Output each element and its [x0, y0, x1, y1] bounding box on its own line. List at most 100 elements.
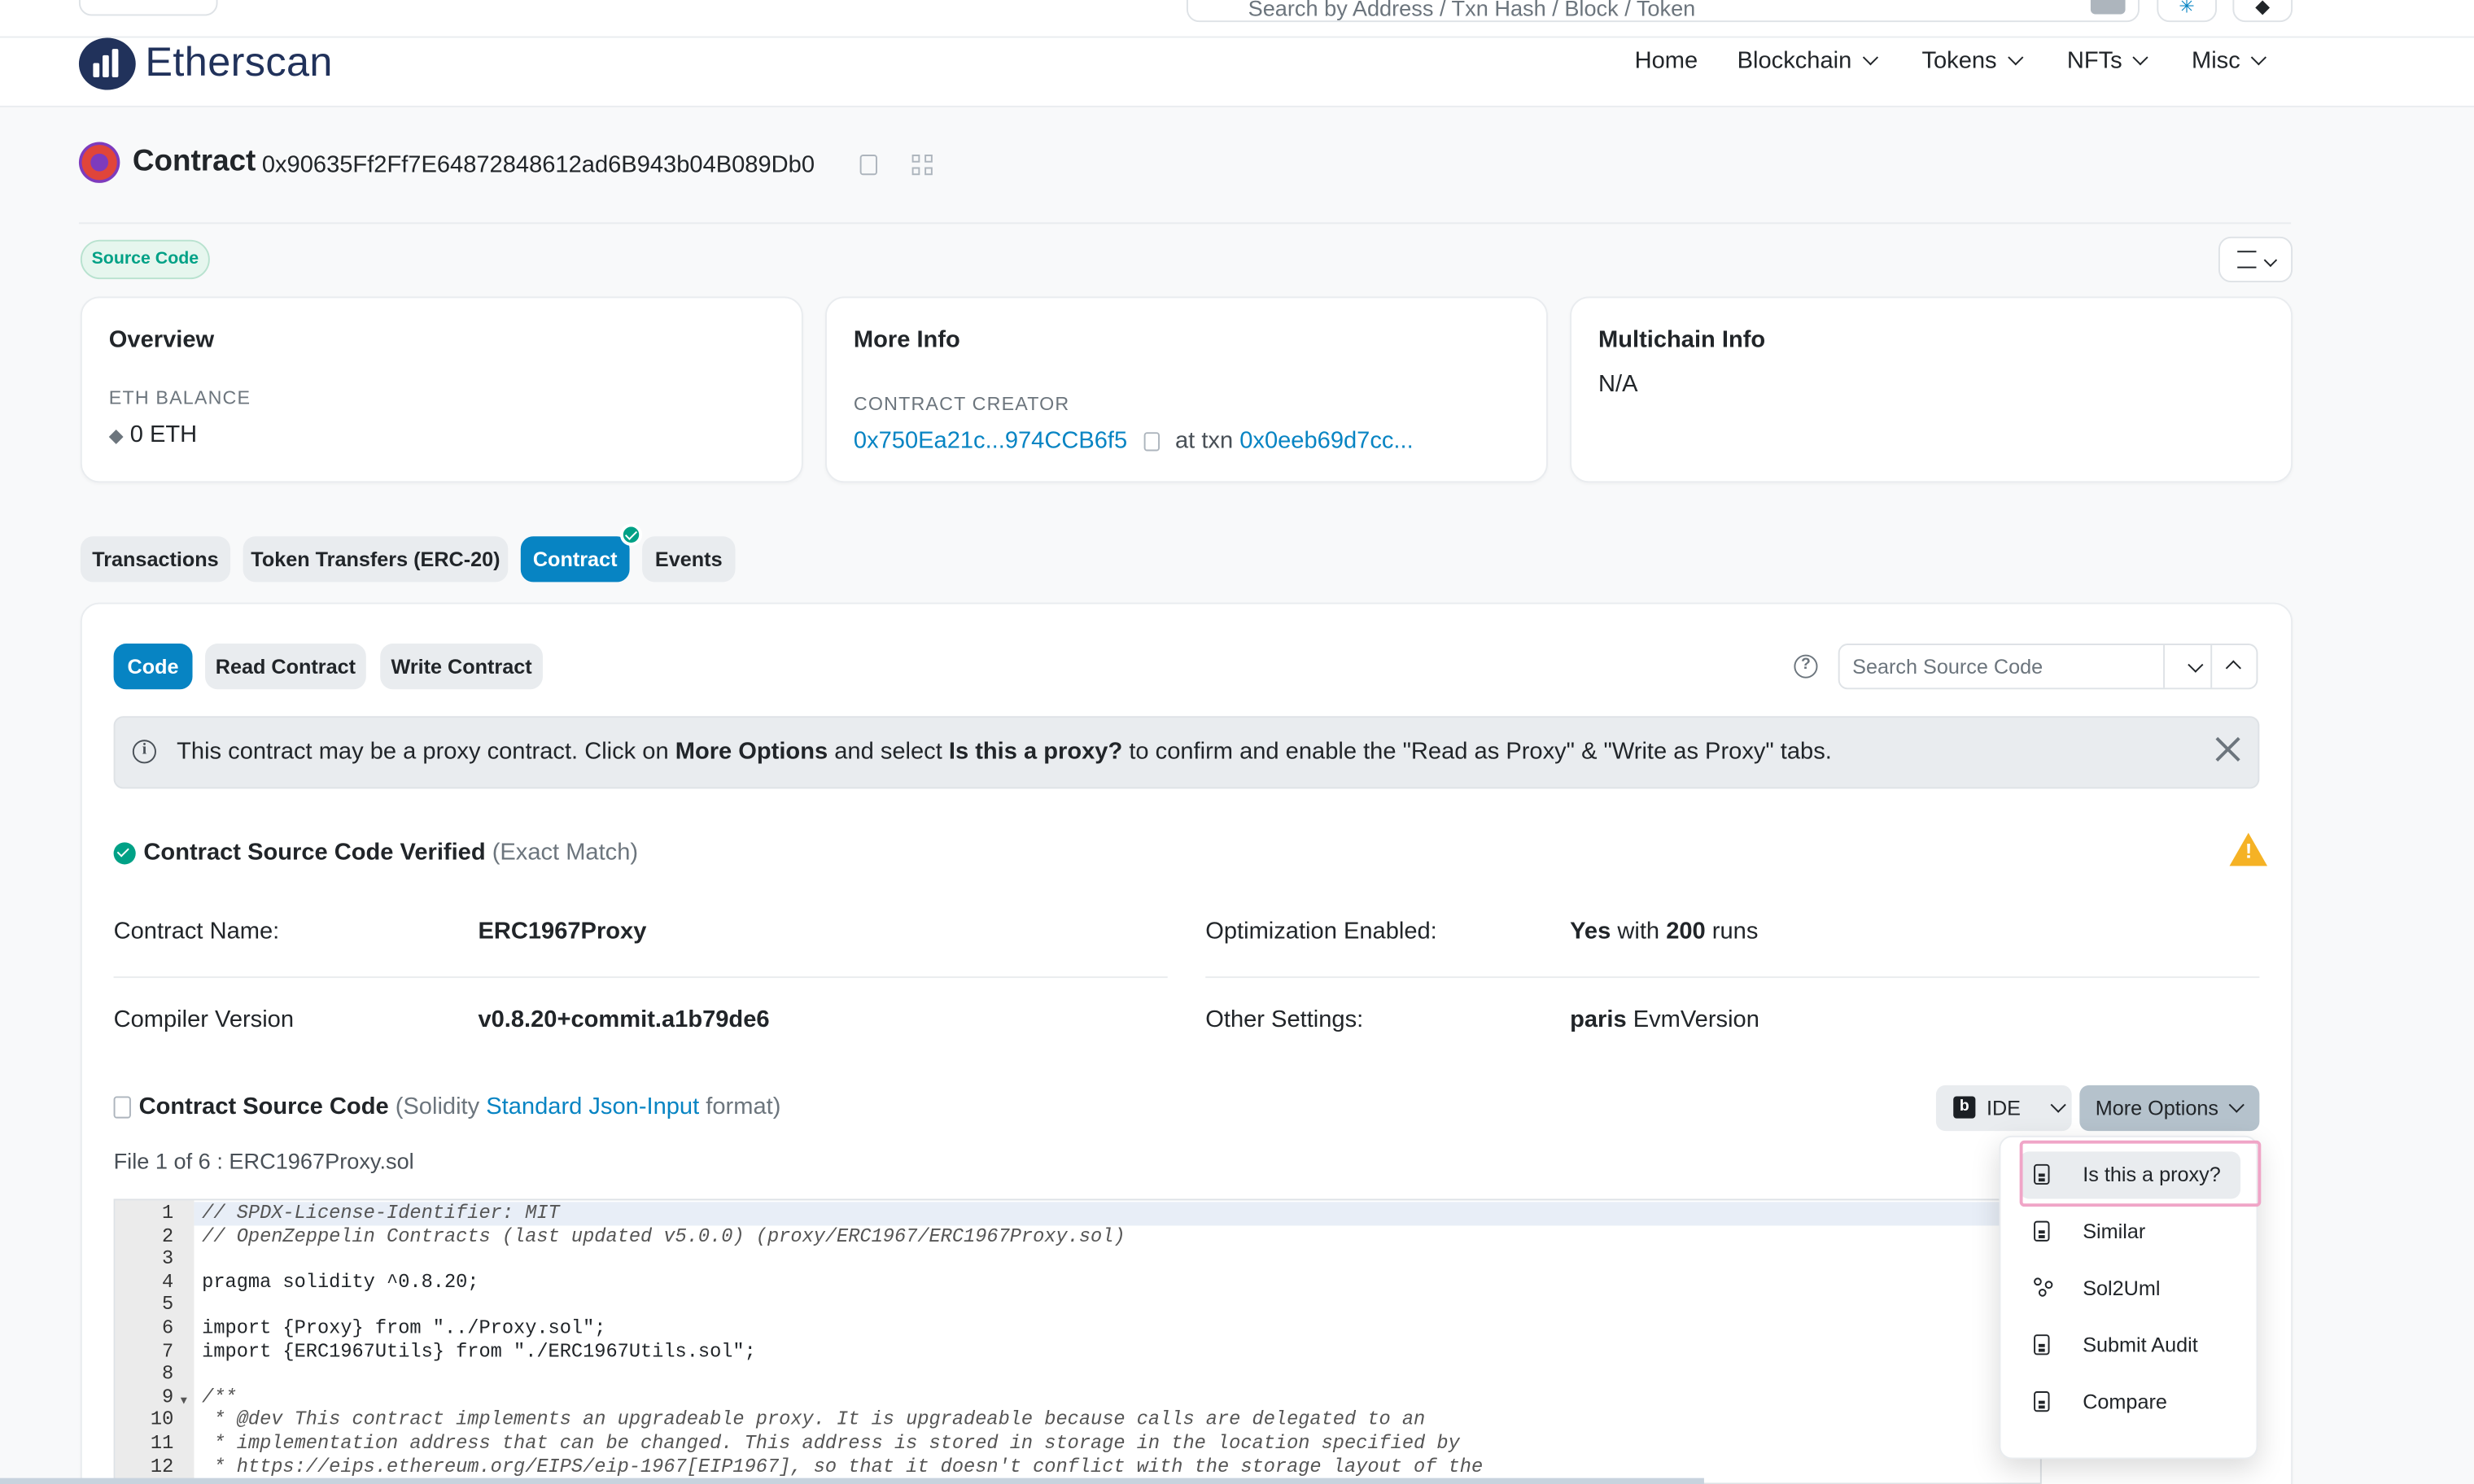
search-source-input[interactable] — [1839, 644, 2164, 688]
tab-token-transfers[interactable]: Token Transfers (ERC-20) — [243, 536, 509, 583]
nav-blockchain[interactable]: Blockchain — [1737, 47, 1878, 74]
slash-shortcut-icon — [2090, 0, 2126, 15]
source-title-text: Contract Source Code — [138, 1093, 389, 1120]
nav-home-label: Home — [1634, 47, 1698, 75]
horizontal-scrollbar[interactable] — [0, 1477, 1704, 1484]
nav-nfts-label: NFTs — [2066, 47, 2122, 75]
line-text: * https://eips.ethereum.org/EIPS/eip-196… — [202, 1455, 1484, 1477]
line-number: 8 — [162, 1363, 174, 1386]
more-options-button[interactable]: More Options — [2079, 1085, 2260, 1132]
menu-item-label: Submit Audit — [2083, 1333, 2198, 1357]
top-bar: Search by Address / Txn Hash / Block / T… — [0, 0, 2474, 38]
theme-toggle-icon[interactable]: ✳ — [2157, 0, 2218, 23]
logo-text[interactable]: Etherscan — [145, 38, 332, 87]
file-icon — [113, 1096, 131, 1119]
nav-home[interactable]: Home — [1635, 47, 1698, 74]
contract-creator-label: CONTRACT CREATOR — [853, 392, 1070, 415]
search-placeholder: Search by Address / Txn Hash / Block / T… — [1248, 0, 1696, 21]
line-number: 4 — [162, 1271, 174, 1294]
source-code-badge[interactable]: Source Code — [80, 239, 210, 280]
contract-creator-row: 0x750Ea21c...974CCB6f5 at txn 0x0eeb69d7… — [854, 427, 1414, 454]
exact-match-text: (Exact Match) — [492, 839, 639, 866]
ide-button[interactable]: b IDE — [1935, 1085, 2072, 1132]
eth-network-icon[interactable]: ◆ — [2232, 0, 2293, 23]
global-search-input[interactable]: Search by Address / Txn Hash / Block / T… — [1186, 0, 2140, 23]
page: Search by Address / Txn Hash / Block / T… — [0, 0, 2474, 1484]
network-selector[interactable] — [78, 0, 218, 16]
format-prefix: (Solidity — [395, 1093, 480, 1120]
nav-tokens[interactable]: Tokens — [1921, 47, 2023, 75]
code-line: 9 /** — [116, 1386, 237, 1410]
help-icon[interactable]: ? — [1794, 654, 1818, 679]
line-number: 3 — [162, 1247, 174, 1271]
menu-item-sol2uml[interactable]: Sol2Uml — [2020, 1265, 2240, 1312]
eth-balance-text: 0 ETH — [129, 421, 198, 448]
code-line: 11 * implementation address that can be … — [116, 1432, 1460, 1456]
contract-avatar-icon — [78, 142, 120, 183]
menu-item-submit-audit[interactable]: Submit Audit — [2020, 1322, 2240, 1369]
fold-arrow-icon[interactable]: ▼ — [178, 1396, 189, 1408]
file-indicator: File 1 of 6 : ERC1967Proxy.sol — [113, 1148, 414, 1174]
close-icon[interactable] — [2214, 735, 2242, 763]
menu-item-similar[interactable]: Similar — [2020, 1208, 2240, 1255]
alert-bold-is-proxy: Is this a proxy? — [948, 738, 1123, 766]
line-text: // OpenZeppelin Contracts (last updated … — [202, 1224, 1126, 1247]
evm-version: paris — [1570, 1006, 1627, 1033]
multichain-card: Multichain Info N/A — [1570, 296, 2293, 483]
eth-balance-value: ◆ 0 ETH — [109, 421, 197, 448]
line-number: 2 — [162, 1224, 174, 1247]
line-text: pragma solidity ^0.8.20; — [202, 1271, 479, 1294]
search-next-button[interactable] — [2163, 644, 2210, 688]
subtab-write-contract[interactable]: Write Contract — [380, 644, 543, 690]
ide-label: IDE — [1986, 1096, 2021, 1120]
other-settings-value: paris EvmVersion — [1570, 1006, 1759, 1033]
contract-address: 0x90635Ff2Ff7E64872848612ad6B943b04B089D… — [261, 151, 815, 179]
creator-address-link[interactable]: 0x750Ea21c...974CCB6f5 — [854, 427, 1127, 454]
subtab-code[interactable]: Code — [113, 644, 193, 690]
copy-icon[interactable] — [859, 155, 877, 176]
chevron-down-icon — [2050, 1097, 2066, 1113]
etherscan-logo-icon[interactable] — [78, 37, 136, 90]
line-number: 12 — [150, 1455, 174, 1477]
nav-misc-label: Misc — [2191, 47, 2240, 75]
qr-code-icon[interactable] — [911, 155, 934, 177]
chevron-down-icon — [2188, 657, 2204, 673]
eth-balance-label: ETH BALANCE — [108, 386, 251, 409]
chevron-up-icon — [2225, 660, 2241, 676]
code-line: 1 // SPDX-License-Identifier: MIT — [116, 1202, 560, 1225]
row-divider — [113, 976, 1168, 979]
chevron-down-icon — [2228, 1097, 2245, 1113]
multichain-value: N/A — [1598, 370, 1638, 398]
tab-transactions[interactable]: Transactions — [80, 536, 231, 583]
file-icon — [2034, 1334, 2050, 1355]
tab-contract[interactable]: Contract — [520, 536, 630, 583]
creation-txn-link[interactable]: 0x0eeb69d7cc... — [1239, 427, 1413, 454]
alert-text-3: to confirm and enable the "Read as Proxy… — [1122, 738, 1832, 766]
nav-misc[interactable]: Misc — [2191, 47, 2266, 75]
view-options-button[interactable] — [2218, 236, 2293, 283]
code-line: 12 * https://eips.ethereum.org/EIPS/eip-… — [116, 1455, 1483, 1479]
compiler-version-value: v0.8.20+commit.a1b79de6 — [478, 1006, 770, 1033]
tab-events[interactable]: Events — [642, 536, 736, 583]
subtab-read-contract[interactable]: Read Contract — [205, 644, 366, 690]
line-number: 6 — [162, 1316, 174, 1340]
ide-logo-icon: b — [1953, 1096, 1976, 1119]
code-editor[interactable]: 1 // SPDX-License-Identifier: MIT 2 // Open… — [113, 1198, 2042, 1484]
file-icon — [2034, 1391, 2050, 1412]
copy-icon[interactable] — [1143, 432, 1160, 452]
chevron-down-icon — [2132, 50, 2148, 66]
line-number: 7 — [162, 1340, 174, 1363]
menu-item-compare[interactable]: Compare — [2020, 1379, 2240, 1426]
source-code-title: Contract Source Code (Solidity Standard … — [139, 1093, 781, 1120]
standard-json-input-link[interactable]: Standard Json-Input — [486, 1093, 699, 1120]
nav-nfts[interactable]: NFTs — [2066, 47, 2148, 75]
warning-icon[interactable] — [2229, 832, 2268, 866]
other-settings-label: Other Settings: — [1205, 1006, 1364, 1033]
verified-status: Contract Source Code Verified (Exact Mat… — [143, 839, 638, 866]
search-source-code — [1838, 644, 2258, 690]
proxy-alert: This contract may be a proxy contract. C… — [113, 716, 2260, 789]
search-prev-button[interactable] — [2210, 644, 2258, 688]
info-icon: i — [132, 740, 156, 764]
chevron-down-icon — [2263, 253, 2278, 268]
nav-tokens-label: Tokens — [1921, 47, 1997, 75]
